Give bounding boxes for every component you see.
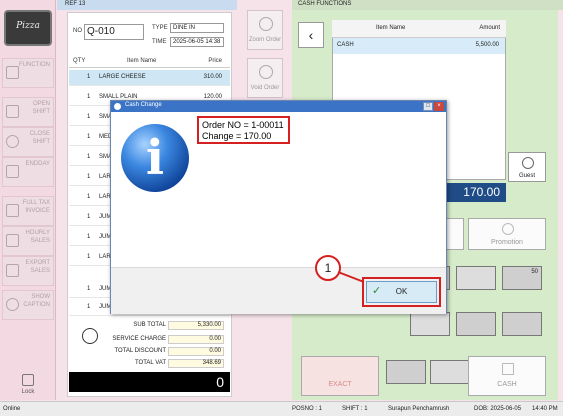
type-field[interactable]: DINE IN (170, 23, 224, 33)
guest-icon (522, 157, 534, 169)
export-icon (6, 264, 19, 277)
payment-row[interactable]: CASH 5,500.00 (333, 38, 505, 54)
zoom-icon (259, 17, 273, 31)
status-bar: Online POSNO : 1 SHIFT : 1 Surapun Pench… (0, 401, 563, 416)
void-order-button[interactable]: Void Order (247, 58, 283, 98)
item-header: Item Name (127, 58, 157, 64)
change-message: Order NO = 1-00011 Change = 170.00 (197, 116, 290, 144)
connection-status: Online (3, 406, 21, 412)
lock-icon (22, 374, 34, 386)
cash-functions-title: CASH FUNCTIONS (292, 0, 563, 10)
callout-pointer (337, 271, 365, 283)
promotion-icon (502, 223, 514, 235)
export-sales-button[interactable]: EXPORT SALES (2, 256, 54, 286)
register-icon (6, 105, 19, 118)
order-row[interactable]: 1 LARGE CHEESE 310.00 (69, 70, 230, 86)
banknote-button[interactable] (456, 312, 496, 336)
chevron-left-icon: ‹ (308, 27, 314, 43)
cash-icon (502, 363, 514, 375)
date-status: DOB: 2025-06-05 (474, 406, 522, 412)
banknote-button[interactable] (386, 360, 426, 384)
service-charge-line: SERVICE CHARGE 0.00 (100, 335, 226, 345)
lock-button[interactable]: Lock (2, 372, 54, 400)
grand-total-display: 0 (69, 372, 230, 392)
close-icon[interactable]: × (434, 102, 444, 111)
banknote-button[interactable] (410, 312, 450, 336)
order-no-label: NO (73, 28, 82, 34)
clock-icon (82, 328, 98, 344)
dialog-title: Cash Change (111, 101, 446, 112)
payment-option-button[interactable] (444, 218, 464, 250)
maximize-icon[interactable]: □ (423, 102, 433, 111)
report-icon (6, 234, 19, 247)
banknote-button[interactable] (430, 360, 470, 384)
info-icon: i (121, 124, 189, 192)
total-discount-line: TOTAL DISCOUNT 0.00 (100, 347, 226, 357)
void-icon (259, 65, 273, 79)
clock-icon (6, 135, 19, 148)
ref-bar: REF 13 (57, 0, 237, 10)
open-shift-button[interactable]: OPEN SHIFT (2, 97, 54, 127)
payment-table-header: Item Name Amount (332, 20, 506, 38)
help-icon (6, 298, 19, 311)
type-label: TYPE (152, 25, 168, 31)
guest-button[interactable]: Guest (508, 152, 546, 182)
time-label: TIME (152, 39, 167, 45)
time-field: 2025-06-05 14:38 (170, 37, 224, 47)
banknote-50-button[interactable]: 50 (502, 266, 542, 290)
cash-button[interactable]: CASH (468, 356, 546, 396)
promotion-button[interactable]: Promotion (468, 218, 546, 250)
order-table-header: QTY Item Name Price (69, 56, 230, 68)
zoom-order-button[interactable]: Zoom Order (247, 10, 283, 50)
shift-status: SHIFT : 1 (342, 406, 368, 412)
exact-button[interactable]: EXACT (301, 356, 379, 396)
posno-status: POSNO : 1 (292, 406, 323, 412)
back-button[interactable]: ‹ (298, 22, 324, 48)
close-shift-button[interactable]: CLOSE SHIFT (2, 127, 54, 157)
brand-logo: Pizza (4, 10, 52, 46)
price-header: Price (208, 58, 222, 64)
qty-header: QTY (73, 58, 86, 64)
invoice-icon (6, 204, 19, 217)
subtotal-line: SUB TOTAL 5,330.00 (100, 321, 226, 331)
banknote-button[interactable] (456, 266, 496, 290)
checkmark-icon: ✓ (372, 285, 382, 297)
menu-icon (6, 66, 19, 79)
hourly-sales-button[interactable]: HOURLY SALES (2, 226, 54, 256)
item-name-header: Item Name (376, 25, 406, 31)
order-no-field[interactable]: Q-010 (84, 24, 144, 40)
total-vat-line: TOTAL VAT 348.69 (100, 359, 226, 369)
change-amount-message: Change = 170.00 (202, 130, 272, 141)
amount-header: Amount (479, 25, 500, 31)
order-no-message: Order NO = 1-00011 (202, 120, 284, 130)
clock-status: 14:40 PM (532, 406, 558, 412)
dialog-info-icon (114, 103, 121, 110)
user-status: Surapun Penchamrush (388, 406, 450, 412)
calendar-icon (6, 165, 19, 178)
show-caption-button[interactable]: SHOW CAPTION (2, 290, 54, 320)
endday-button[interactable]: ENDDAY (2, 157, 54, 187)
function-button[interactable]: FUNCTION (2, 58, 54, 88)
banknote-button[interactable] (502, 312, 542, 336)
full-tax-invoice-button[interactable]: FULL TAX INVOICE (2, 196, 54, 226)
